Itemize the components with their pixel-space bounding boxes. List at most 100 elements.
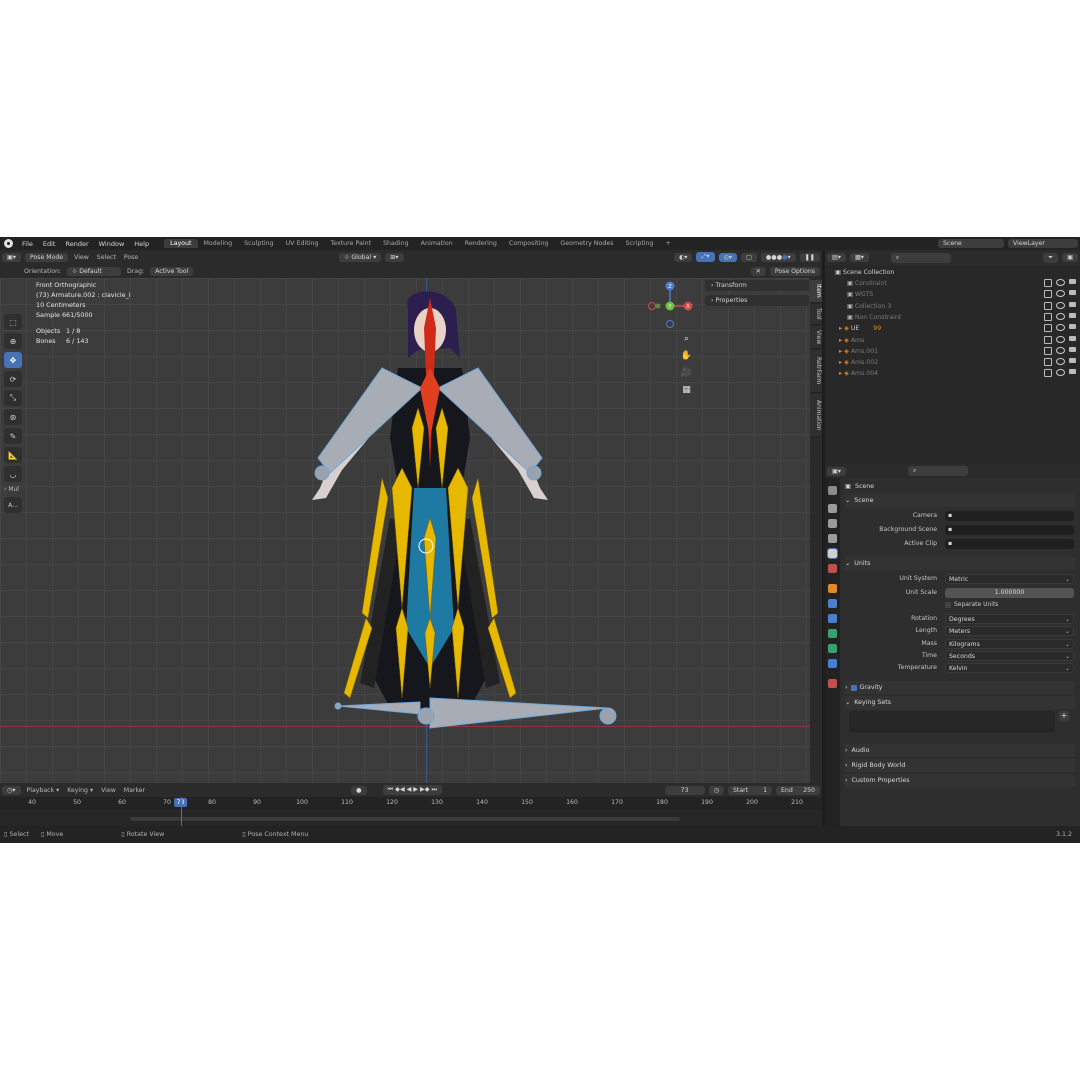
new-collection-icon[interactable]: ▣ xyxy=(1062,253,1078,262)
render-camera-icon[interactable] xyxy=(1069,346,1076,352)
tab-item[interactable]: Item xyxy=(810,280,822,303)
exclude-checkbox-icon[interactable] xyxy=(1044,369,1052,378)
render-camera-icon[interactable] xyxy=(1069,312,1076,318)
visibility-eye-icon[interactable] xyxy=(1056,346,1065,354)
pose-options-dropdown[interactable]: Pose Options xyxy=(769,266,820,276)
record-button[interactable]: ● xyxy=(351,785,367,795)
tab-rendering[interactable]: Rendering xyxy=(459,239,503,248)
data-tab-icon[interactable] xyxy=(828,659,837,668)
visibility-eye-icon[interactable] xyxy=(1056,358,1065,366)
modifier-tab-icon[interactable] xyxy=(828,599,837,608)
tab-shading[interactable]: Shading xyxy=(377,239,415,248)
world-tab-icon[interactable] xyxy=(828,564,837,573)
menu-help[interactable]: Help xyxy=(129,240,154,248)
visibility-eye-icon[interactable] xyxy=(1056,335,1065,343)
outliner-row[interactable]: ▣ WGTS xyxy=(825,289,1080,300)
exclude-checkbox-icon[interactable] xyxy=(1044,346,1052,355)
texture-tab-icon[interactable] xyxy=(828,679,837,688)
end-frame-field[interactable]: End 250 xyxy=(776,785,820,795)
menu-render[interactable]: Render xyxy=(60,240,93,248)
playback-controls[interactable]: ⏮ ◆◀ ◀ ▶ ▶◆ ⏭ xyxy=(382,785,443,795)
unit-scale-field[interactable]: 1.000000 xyxy=(945,588,1074,598)
background-scene-field[interactable]: ▪ xyxy=(945,525,1074,535)
gizmo-toggle[interactable]: ⤢▾ xyxy=(696,252,715,262)
outliner-row[interactable]: ▸ ◈ Ams.001 xyxy=(825,346,1080,357)
exclude-checkbox-icon[interactable] xyxy=(1044,301,1052,310)
tab-tool[interactable]: Tool xyxy=(810,304,822,325)
physics-tab-icon[interactable] xyxy=(828,629,837,638)
keying-sets-section-header[interactable]: ⌄ Keying Sets xyxy=(845,696,1075,709)
zoom-icon[interactable]: ⌕ xyxy=(680,332,693,345)
drag-dropdown[interactable]: Active Tool xyxy=(150,266,194,276)
visibility-eye-icon[interactable] xyxy=(1056,324,1065,332)
select-box-tool-icon[interactable]: ⬚ xyxy=(4,314,22,330)
snap-toggle[interactable]: ⊞▾ xyxy=(385,252,404,262)
clock-icon[interactable]: ◷ xyxy=(708,785,724,795)
object-tab-icon[interactable] xyxy=(828,584,837,593)
outliner-row[interactable]: ▸ ◈ UE 99 xyxy=(825,323,1080,334)
properties-editor-type[interactable]: ▣▾ xyxy=(827,466,846,476)
move-tool-icon[interactable]: ✥ xyxy=(4,352,22,368)
constraints-tab-icon[interactable] xyxy=(828,644,837,653)
mass-dropdown[interactable]: Kilograms ⌄ xyxy=(945,639,1074,649)
rotation-dropdown[interactable]: Degrees ⌄ xyxy=(945,614,1074,624)
close-icon[interactable]: ✕ xyxy=(750,266,766,276)
transform-orientation-dropdown[interactable]: ⊹ Global ▾ xyxy=(339,252,382,262)
add-workspace-button[interactable]: + xyxy=(660,239,677,248)
pan-hand-icon[interactable]: ✋ xyxy=(680,349,693,362)
tab-layout[interactable]: Layout xyxy=(164,239,198,248)
separate-units-checkbox[interactable]: Separate Units xyxy=(945,601,998,608)
pause-render-button[interactable]: ❚❚ xyxy=(799,252,820,262)
timeline-editor[interactable]: ◷▾ Playback ▾ Keying ▾ View Marker ● ⏮ ◆… xyxy=(0,783,822,826)
rigid-body-section-header[interactable]: › Rigid Body World xyxy=(845,759,1075,772)
view-layer-tab-icon[interactable] xyxy=(828,534,837,543)
outliner-row[interactable]: ▣ Collection 3 xyxy=(825,301,1080,312)
audio-section-header[interactable]: › Audio xyxy=(845,744,1075,757)
exclude-checkbox-icon[interactable] xyxy=(1044,358,1052,367)
menu-view[interactable]: View xyxy=(74,254,89,261)
units-section-header[interactable]: ⌄ Units xyxy=(845,557,1075,570)
playhead-line[interactable] xyxy=(181,797,182,826)
tab-retrfarm[interactable]: RetrFarm xyxy=(810,350,822,393)
outliner-editor-type[interactable]: ▤▾ xyxy=(827,253,846,262)
keying-sets-list[interactable] xyxy=(849,711,1055,733)
exclude-checkbox-icon[interactable] xyxy=(1044,312,1052,321)
render-camera-icon[interactable] xyxy=(1069,369,1076,375)
particles-tab-icon[interactable] xyxy=(828,614,837,623)
menu-marker[interactable]: Marker xyxy=(124,787,145,794)
tab-modeling[interactable]: Modeling xyxy=(198,239,239,248)
unit-system-dropdown[interactable]: Metric ⌄ xyxy=(945,574,1074,584)
menu-playback[interactable]: Playback ▾ xyxy=(27,787,60,794)
filter-icon[interactable]: ⏷ xyxy=(1043,252,1059,263)
menu-window[interactable]: Window xyxy=(94,240,130,248)
render-camera-icon[interactable] xyxy=(1069,324,1076,330)
menu-file[interactable]: File xyxy=(17,240,38,248)
length-dropdown[interactable]: Meters ⌄ xyxy=(945,626,1074,636)
outliner-row[interactable]: ▸ ◈ Ams xyxy=(825,335,1080,346)
scene-tab-icon[interactable] xyxy=(827,548,838,559)
mode-dropdown[interactable]: Pose Mode xyxy=(24,252,69,262)
tab-sculpting[interactable]: Sculpting xyxy=(238,239,279,248)
camera-view-icon[interactable]: 🎥 xyxy=(680,366,693,379)
menu-keying[interactable]: Keying ▾ xyxy=(67,787,93,794)
toolbar-extra-button[interactable]: A... xyxy=(4,497,22,513)
shading-modes[interactable]: ●●●●▾ xyxy=(760,252,796,262)
scene-section-header[interactable]: ⌄ Scene xyxy=(845,494,1075,507)
properties-editor[interactable]: ▣▾ ⌕ ▣ Scene ⌄ Scene Camera ▪ Background… xyxy=(825,464,1080,826)
render-camera-icon[interactable] xyxy=(1069,358,1076,364)
tab-view[interactable]: View xyxy=(810,326,822,349)
menu-timeline-view[interactable]: View xyxy=(101,787,116,794)
outliner[interactable]: ▤▾ ▦▾ ⌕ ⏷ ▣ ▣ Scene Collection ▣ Constra… xyxy=(825,250,1080,463)
timeline-ruler[interactable]: 40 50 60 70 80 90 100 110 120 130 140 150 160 170 180 1… xyxy=(0,797,822,809)
timeline-scrollbar[interactable] xyxy=(130,817,680,821)
render-camera-icon[interactable] xyxy=(1069,290,1076,296)
outliner-row[interactable]: ▣ Constraint xyxy=(825,278,1080,289)
menu-edit[interactable]: Edit xyxy=(38,240,61,248)
time-dropdown[interactable]: Seconds ⌄ xyxy=(945,651,1074,661)
timeline-editor-type[interactable]: ◷▾ xyxy=(2,785,21,795)
visibility-dropdown[interactable]: ◐▾ xyxy=(673,252,693,262)
tab-uv-editing[interactable]: UV Editing xyxy=(280,239,325,248)
scene-selector[interactable]: Scene xyxy=(938,239,1004,248)
outliner-display-mode[interactable]: ▦▾ xyxy=(849,253,869,262)
render-camera-icon[interactable] xyxy=(1069,335,1076,341)
